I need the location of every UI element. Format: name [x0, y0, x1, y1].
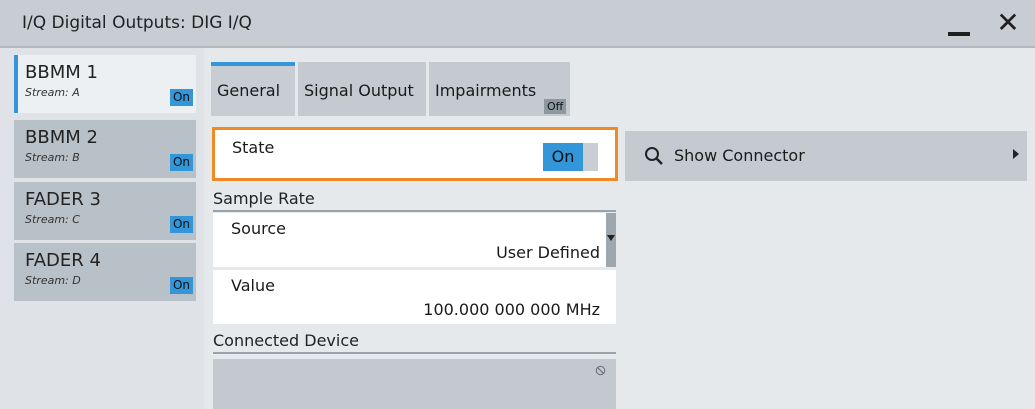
state-toggle[interactable]: On [543, 143, 598, 171]
chevron-right-icon [1013, 149, 1019, 159]
source-value: User Defined [496, 243, 600, 262]
impairments-state-badge: Off [544, 99, 567, 114]
stream-label: Stream: C [25, 213, 80, 226]
title-bar: I/Q Digital Outputs: DIG I/Q ✕ [0, 0, 1035, 48]
tab-general[interactable]: General [211, 62, 295, 116]
section-divider [213, 210, 616, 212]
stream-label: Stream: A [25, 86, 80, 99]
show-connector-label: Show Connector [674, 146, 805, 165]
stream-name: BBMM 1 [25, 62, 98, 83]
value-field[interactable]: Value 100.000 000 000 MHz [213, 270, 616, 324]
state-toggle-value: On [543, 143, 583, 171]
stream-label: Stream: B [25, 151, 80, 164]
stream-item-bbmm2[interactable]: BBMM 2 Stream: B On [14, 120, 196, 178]
stream-name: BBMM 2 [25, 127, 98, 148]
stream-item-bbmm1[interactable]: BBMM 1 Stream: A On [14, 55, 196, 113]
stream-item-fader4[interactable]: FADER 4 Stream: D On [14, 243, 196, 301]
sample-rate-heading: Sample Rate [213, 189, 315, 208]
stream-state-badge: On [169, 154, 193, 171]
stream-state-badge: On [169, 277, 193, 294]
tab-label: General [217, 81, 281, 100]
search-icon [645, 147, 663, 165]
connected-device-heading: Connected Device [213, 331, 359, 350]
stream-list: BBMM 1 Stream: A On BBMM 2 Stream: B On … [0, 48, 204, 409]
tab-signal-output[interactable]: Signal Output [298, 62, 426, 116]
connected-device-field [213, 359, 616, 409]
stream-item-fader3[interactable]: FADER 3 Stream: C On [14, 182, 196, 240]
stream-label: Stream: D [25, 274, 81, 287]
minimize-icon[interactable] [946, 18, 974, 38]
section-divider [213, 352, 616, 354]
tab-impairments[interactable]: Impairments Off [429, 62, 570, 116]
tab-label: Impairments [435, 81, 537, 100]
stream-state-badge: On [169, 89, 193, 106]
stream-name: FADER 3 [25, 189, 101, 210]
close-icon[interactable]: ✕ [993, 8, 1023, 38]
value-value: 100.000 000 000 MHz [423, 300, 600, 319]
source-label: Source [231, 219, 286, 238]
dropdown-scroll [606, 213, 616, 267]
window-title: I/Q Digital Outputs: DIG I/Q [22, 13, 252, 33]
state-label: State [232, 138, 275, 157]
stream-name: FADER 4 [25, 250, 101, 271]
stream-state-badge: On [169, 216, 193, 233]
show-connector-button[interactable]: Show Connector [625, 131, 1027, 181]
state-field: State On [212, 127, 618, 181]
tab-label: Signal Output [304, 81, 414, 100]
disabled-icon [595, 365, 606, 376]
chevron-down-icon [607, 235, 615, 241]
source-dropdown[interactable]: Source User Defined [213, 213, 616, 267]
value-label: Value [231, 276, 275, 295]
